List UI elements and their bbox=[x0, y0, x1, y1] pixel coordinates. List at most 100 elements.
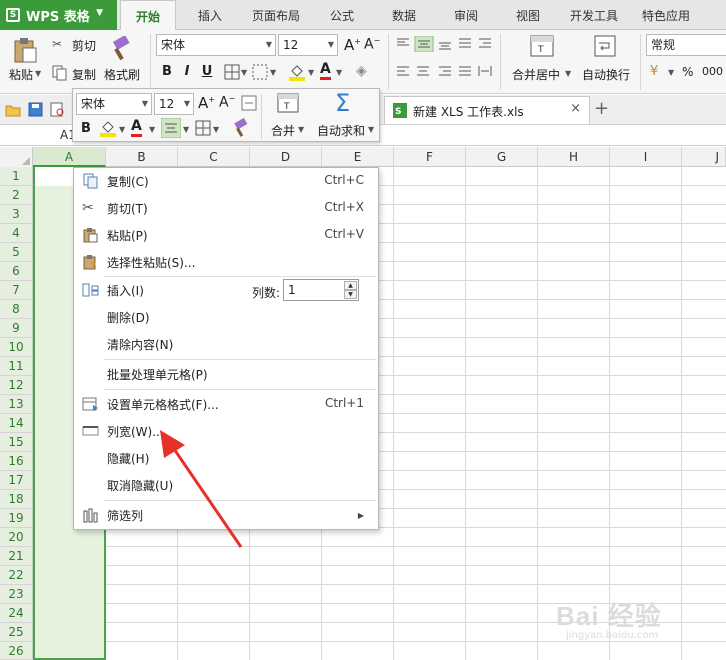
format-painter-button[interactable]: 格式刷 bbox=[104, 66, 140, 83]
insert-count-stepper[interactable]: 1 ▲ ▼ bbox=[283, 279, 359, 301]
new-tab-button[interactable]: + bbox=[594, 98, 609, 119]
document-tab[interactable]: S 新建 XLS 工作表.xls × bbox=[384, 96, 590, 124]
font-size-select[interactable]: 12 ▼ bbox=[278, 34, 338, 56]
merge-center-icon[interactable]: T bbox=[530, 35, 554, 57]
paste-button[interactable]: 粘贴 bbox=[9, 66, 33, 83]
mini-autosum-button[interactable]: 自动求和 bbox=[317, 122, 365, 139]
column-header[interactable]: A bbox=[33, 147, 106, 167]
copy-icon[interactable] bbox=[52, 65, 68, 81]
column-header[interactable]: J bbox=[682, 147, 726, 167]
menu-item-format-cells[interactable]: 设置单元格格式(F)... Ctrl+1 bbox=[74, 391, 378, 418]
underline-button[interactable]: U bbox=[198, 62, 216, 82]
menu-item-filter-column[interactable]: 筛选列 ▶ bbox=[74, 502, 378, 529]
mini-bold-button[interactable]: B bbox=[77, 119, 95, 139]
scissors-icon[interactable]: ✂ bbox=[52, 37, 62, 51]
italic-button[interactable]: I bbox=[178, 62, 196, 82]
chevron-down-icon[interactable]: ▼ bbox=[35, 69, 41, 78]
tab-view[interactable]: 视图 bbox=[504, 0, 552, 30]
chevron-down-icon[interactable]: ▼ bbox=[241, 68, 247, 77]
row-header[interactable]: 12 bbox=[0, 376, 33, 395]
row-header[interactable]: 1 bbox=[0, 167, 33, 186]
save-icon[interactable] bbox=[28, 102, 43, 117]
print-preview-icon[interactable] bbox=[50, 102, 65, 117]
mini-merge-button[interactable]: 合并 bbox=[271, 122, 295, 139]
column-header[interactable]: E bbox=[322, 147, 394, 167]
font-color-icon[interactable]: A bbox=[320, 61, 331, 80]
row-header[interactable]: 25 bbox=[0, 623, 33, 642]
format-painter-icon[interactable] bbox=[108, 36, 134, 62]
row-header[interactable]: 21 bbox=[0, 547, 33, 566]
column-header[interactable]: H bbox=[538, 147, 610, 167]
row-header[interactable]: 18 bbox=[0, 490, 33, 509]
stepper-down-icon[interactable]: ▼ bbox=[344, 290, 357, 299]
chevron-down-icon[interactable]: ▼ bbox=[308, 68, 314, 77]
menu-item-paste-special[interactable]: ? 选择性粘贴(S)... bbox=[74, 249, 378, 276]
thousands-separator-icon[interactable]: 000 bbox=[702, 65, 723, 78]
row-header[interactable]: 15 bbox=[0, 433, 33, 452]
chevron-down-icon[interactable]: ▼ bbox=[119, 125, 125, 134]
row-header[interactable]: 5 bbox=[0, 243, 33, 262]
row-header[interactable]: 11 bbox=[0, 357, 33, 376]
paste-icon[interactable] bbox=[12, 36, 38, 64]
chevron-down-icon[interactable]: ▼ bbox=[668, 68, 674, 77]
wps-app-menu-button[interactable]: S WPS 表格 ▼ bbox=[0, 0, 117, 30]
mini-font-name-select[interactable]: 宋体 ▼ bbox=[76, 93, 152, 115]
row-header[interactable]: 13 bbox=[0, 395, 33, 414]
close-icon[interactable]: × bbox=[570, 101, 581, 116]
grow-font-icon[interactable]: A+ bbox=[344, 36, 361, 54]
tab-insert[interactable]: 插入 bbox=[184, 0, 236, 30]
tab-developer[interactable]: 开发工具 bbox=[564, 0, 624, 30]
column-header[interactable]: C bbox=[178, 147, 250, 167]
chevron-down-icon[interactable]: ▼ bbox=[565, 69, 571, 78]
row-header[interactable]: 9 bbox=[0, 319, 33, 338]
chevron-down-icon[interactable]: ▼ bbox=[270, 68, 276, 77]
row-header[interactable]: 22 bbox=[0, 566, 33, 585]
percent-button[interactable]: % bbox=[682, 65, 693, 79]
tab-special[interactable]: 特色应用 bbox=[636, 0, 696, 30]
row-header[interactable]: 3 bbox=[0, 205, 33, 224]
sigma-icon[interactable]: Σ bbox=[335, 89, 350, 117]
format-painter-icon[interactable] bbox=[231, 118, 251, 138]
menu-item-copy[interactable]: 复制(C) Ctrl+C bbox=[74, 168, 378, 195]
menu-item-hide[interactable]: 隐藏(H) bbox=[74, 445, 378, 472]
row-header[interactable]: 8 bbox=[0, 300, 33, 319]
borders-icon[interactable] bbox=[195, 120, 211, 136]
wrap-text-icon[interactable] bbox=[594, 35, 616, 57]
column-header[interactable]: I bbox=[610, 147, 682, 167]
menu-item-delete[interactable]: 删除(D) bbox=[74, 304, 378, 331]
vertical-align-icons[interactable] bbox=[395, 36, 495, 52]
copy-button[interactable]: 复制 bbox=[72, 66, 96, 83]
chevron-down-icon[interactable]: ▼ bbox=[183, 125, 189, 134]
menu-item-batch-process[interactable]: 批量处理单元格(P) bbox=[74, 361, 378, 388]
borders-icon[interactable] bbox=[224, 64, 240, 80]
menu-item-cut[interactable]: ✂ 剪切(T) Ctrl+X bbox=[74, 195, 378, 222]
row-header[interactable]: 23 bbox=[0, 585, 33, 604]
tab-home[interactable]: 开始 bbox=[120, 0, 176, 31]
row-header[interactable]: 24 bbox=[0, 604, 33, 623]
column-header[interactable]: B bbox=[106, 147, 178, 167]
mini-font-size-select[interactable]: 12 ▼ bbox=[154, 93, 194, 115]
merge-center-button[interactable]: 合并居中 bbox=[512, 66, 560, 83]
cell-style-icon[interactable] bbox=[252, 64, 268, 80]
merge-icon[interactable]: T bbox=[277, 93, 299, 113]
chevron-down-icon[interactable]: ▼ bbox=[298, 125, 304, 134]
column-header[interactable]: F bbox=[394, 147, 466, 167]
cut-button[interactable]: 剪切 bbox=[72, 37, 96, 54]
column-header[interactable]: G bbox=[466, 147, 538, 167]
fill-color-icon[interactable] bbox=[288, 63, 306, 81]
row-header[interactable]: 7 bbox=[0, 281, 33, 300]
menu-item-column-width[interactable]: 列宽(W)... bbox=[74, 418, 378, 445]
tab-data[interactable]: 数据 bbox=[380, 0, 428, 30]
menu-item-paste[interactable]: 粘贴(P) Ctrl+V bbox=[74, 222, 378, 249]
shrink-font-icon[interactable]: A− bbox=[364, 36, 380, 53]
horizontal-align-icons[interactable] bbox=[395, 64, 495, 80]
grow-font-icon[interactable]: A+ bbox=[198, 94, 215, 112]
open-folder-icon[interactable] bbox=[5, 103, 21, 117]
row-header[interactable]: 26 bbox=[0, 642, 33, 660]
chevron-down-icon[interactable]: ▼ bbox=[336, 68, 342, 77]
insert-count-value[interactable]: 1 bbox=[288, 283, 296, 297]
fill-color-icon[interactable] bbox=[99, 119, 117, 137]
clear-format-icon[interactable]: ◈ bbox=[356, 63, 367, 79]
row-header[interactable]: 20 bbox=[0, 528, 33, 547]
row-header[interactable]: 2 bbox=[0, 186, 33, 205]
